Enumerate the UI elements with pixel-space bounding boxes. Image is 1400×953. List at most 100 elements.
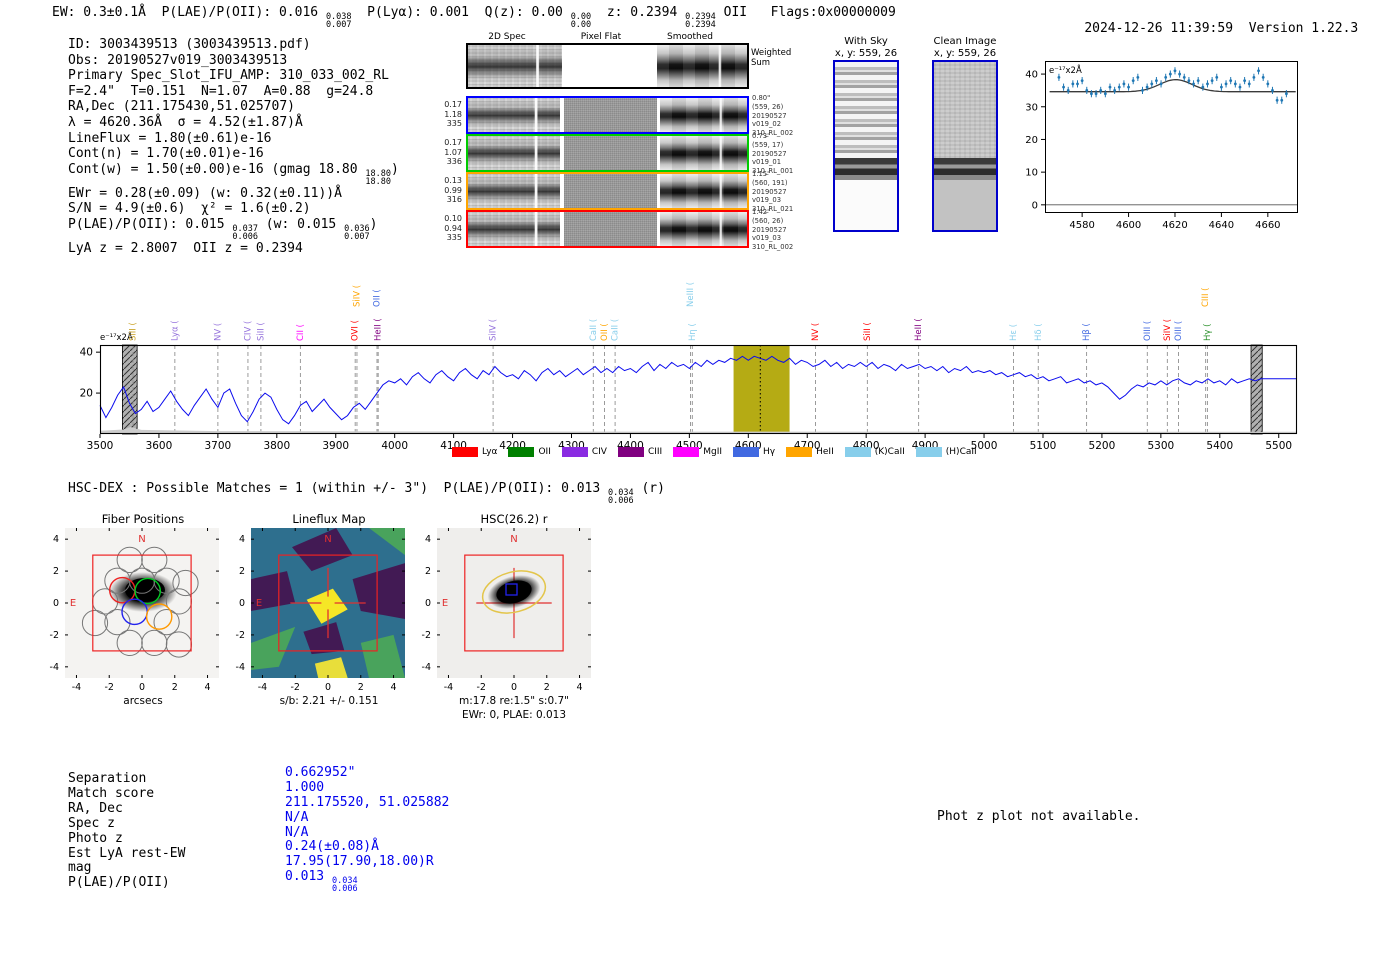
column-header-pixel-flat: Pixel Flat [580, 32, 622, 42]
fiber-positions-plot: -4 -4 -2 -2 0 0 2 2 4 4 N E [50, 528, 219, 693]
fiber-id-line: (560, 191) [752, 178, 788, 187]
data-point [1252, 75, 1256, 79]
fiber-strip-segment [564, 136, 657, 170]
text-segment: F=2.4" T=0.151 N=1.07 A=0.88 g=24.8 [68, 83, 374, 99]
y-tick-label: 0 [53, 598, 59, 609]
emission-line-label: Hβ ( [1082, 323, 1092, 341]
legend-item: OII [508, 447, 551, 457]
emission-line-label: Hη ( [688, 323, 698, 341]
match-table-labels: Separation Match score RA, Dec Spec z Photo … [68, 771, 185, 891]
data-point [1155, 79, 1158, 83]
y-tick-label: 0 [1032, 200, 1038, 211]
weighted-sum-label-line2: Sum [751, 58, 771, 68]
fiber-weight-value: 335 [446, 233, 462, 243]
legend-swatch [673, 447, 700, 457]
fiber-row-left-labels: 0.17 1.18 335 [428, 100, 462, 129]
x-tick-label: 4000 [381, 440, 408, 452]
text-segment: Cont(w) = 1.50(±0.00)e-16 (gmag 18.80 [68, 161, 366, 177]
fiber-row-left-labels: 0.17 1.07 336 [428, 138, 462, 167]
y-tick-label: -4 [236, 662, 245, 673]
emission-line-label: CII ( [296, 324, 306, 341]
clean-image-trace-band [934, 157, 996, 180]
fiber-id-line: 20190527 [752, 111, 787, 120]
text-segment: 1.000 [285, 779, 325, 795]
legend-label: Lyα [482, 447, 498, 457]
fiber-2d-spec-row [466, 172, 749, 210]
emission-line-label: CIII ( [1201, 288, 1211, 307]
emission-line-label: SiIV ( [353, 285, 363, 307]
data-point [1080, 79, 1084, 83]
north-label: N [138, 534, 145, 545]
legend-swatch [915, 447, 942, 457]
info-line: Obs: 20190527v019_3003439513 [68, 53, 399, 69]
x-tick-label: 5400 [1206, 440, 1233, 452]
x-tick-label: 2 [358, 682, 364, 693]
data-point [1182, 75, 1186, 79]
fiber-strip-segment [660, 98, 747, 132]
data-point [1136, 75, 1140, 79]
fiber-weight-value: 335 [446, 119, 462, 129]
fiber-id-line: 1.15" [752, 170, 771, 178]
data-point [1094, 92, 1098, 96]
x-tick-label: -2 [104, 682, 113, 693]
text-segment: ) [369, 216, 378, 232]
emission-line-label: SiIV ( [489, 319, 499, 341]
data-point [1271, 89, 1274, 92]
match-table-value: 0.662952" [285, 765, 449, 781]
east-label: E [70, 598, 76, 609]
fiber-row-left-labels: 0.10 0.94 335 [428, 214, 462, 243]
hsc-cutout-xlabel2: EWr: 0, PLAE: 0.013 [461, 709, 567, 721]
data-point [1220, 85, 1223, 89]
emission-line-label: CIV ( [243, 321, 253, 341]
fiber-id-line: 20190527 [752, 149, 787, 158]
fiber-strip-segment [564, 98, 657, 132]
x-tick-label: 4640 [1209, 220, 1234, 231]
fiber-id-line: v019_03 [752, 196, 782, 205]
text-segment: (w: 0.015 [257, 216, 345, 232]
text-segment: z: 0.2394 [591, 5, 686, 20]
data-point [1113, 89, 1117, 92]
x-tick-label: -2 [476, 682, 485, 693]
data-point [1284, 92, 1288, 96]
text-segment: HSC-DEX : Possible Matches = 1 (within +… [68, 481, 609, 496]
info-line: Primary Spec_Slot_IFU_AMP: 310_033_002_R… [68, 68, 399, 84]
x-tick-label: 4620 [1162, 220, 1187, 231]
data-point [1210, 79, 1214, 83]
plot-border [99, 344, 1298, 435]
x-tick-label: -2 [290, 682, 299, 693]
text-segment: OII Flags:0x00000009 [715, 5, 896, 20]
y-tick-label: 4 [425, 534, 431, 545]
x-tick-label: 0 [325, 682, 331, 693]
data-point [1215, 75, 1219, 79]
data-point [1233, 82, 1237, 86]
data-point [1173, 69, 1177, 73]
y-tick-label: 20 [1025, 135, 1038, 146]
text-segment: EW: 0.3±0.1Å P(LAE)/P(OII): 0.016 [52, 5, 326, 20]
fiber-weight-value: 316 [446, 195, 462, 205]
legend-label: (H)CaII [945, 447, 977, 457]
legend-swatch [452, 447, 478, 457]
data-point [1122, 82, 1126, 86]
fiber-id-line: v019_02 [752, 120, 782, 129]
match-table-label: Spec z [68, 815, 115, 831]
info-line: LineFlux = 1.80(±0.61)e-16 [68, 131, 399, 147]
legend-swatch [786, 447, 813, 457]
fiber-2d-spec-row [466, 134, 749, 172]
report-version: Version 1.22.3 [1248, 20, 1359, 36]
info-line: RA,Dec (211.175430,51.025707) [68, 99, 399, 115]
y-tick-label: 40 [1025, 70, 1038, 81]
y-tick-label: -2 [50, 630, 59, 641]
weighted-sum-label: Weighted Sum [751, 48, 791, 68]
y-tick-label: 20 [80, 388, 93, 400]
lineflux-map-title: Lineflux Map [292, 512, 366, 526]
y-tick-label: 0 [425, 598, 431, 609]
y-tick-label: -4 [50, 662, 59, 673]
x-tick-label: -4 [258, 682, 267, 693]
fiber-strip-segment [468, 136, 560, 170]
fiber-weight-value: 1.18 [444, 109, 462, 119]
match-table-label: Match score [68, 785, 155, 801]
data-point [1238, 85, 1242, 89]
fiber-weight-value: 1.07 [444, 147, 462, 157]
data-point [1187, 79, 1191, 83]
clean-image-title-line: Clean Image [933, 36, 997, 47]
